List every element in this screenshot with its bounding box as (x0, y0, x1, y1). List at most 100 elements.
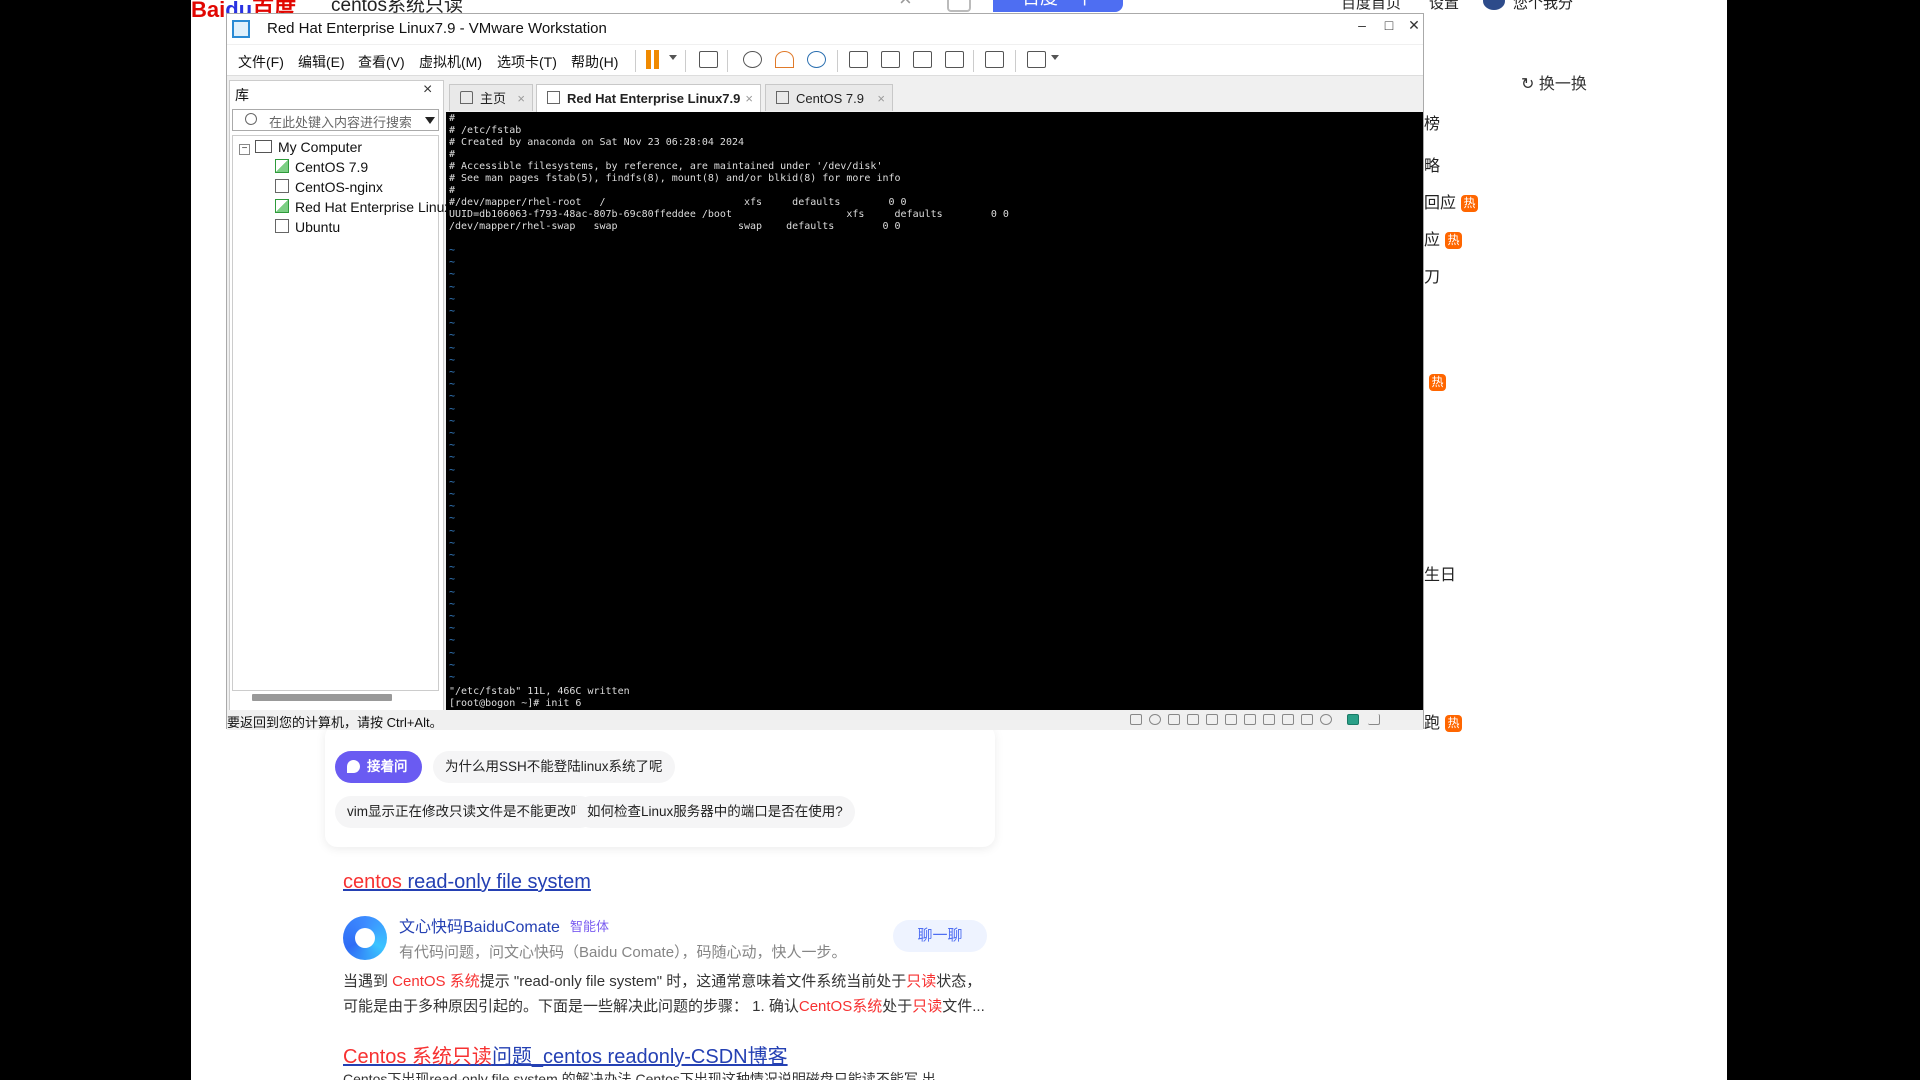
menu-file[interactable]: 文件(F) (238, 52, 284, 72)
menu-vm[interactable]: 虚拟机(M) (419, 52, 482, 72)
ask-suggestion-chip[interactable]: 为什么用SSH不能登陆linux系统了呢 (433, 751, 675, 783)
vim-tilde: ~ (449, 501, 456, 513)
library-search-input[interactable]: 在此处键入内容进行搜索 (232, 109, 439, 131)
printer-icon[interactable] (1263, 714, 1275, 725)
revert-snapshot-icon[interactable] (775, 51, 794, 68)
vim-tilde: ~ (449, 562, 456, 574)
network-adapter-icon[interactable] (1168, 714, 1180, 725)
close-tab-icon[interactable]: × (877, 85, 885, 112)
vim-tilde: ~ (449, 367, 456, 378)
tree-item-my-computer[interactable]: My Computer (255, 139, 362, 155)
menu-view[interactable]: 查看(V) (358, 52, 405, 72)
ask-suggestion-chip[interactable]: 如何检查Linux服务器中的端口是否在使用? (575, 796, 855, 828)
close-tab-icon[interactable]: × (517, 85, 525, 112)
hard-disk-icon[interactable] (1130, 714, 1142, 725)
close-icon[interactable]: ✕ (1401, 17, 1427, 34)
vm-console[interactable]: # # /etc/fstab # Created by anaconda on … (446, 112, 1423, 712)
chevron-down-icon[interactable] (1051, 55, 1059, 60)
collapse-icon[interactable]: − (239, 144, 250, 155)
network-adapter-icon[interactable] (1206, 714, 1218, 725)
hot-list-item[interactable]: 生日 (1424, 561, 1456, 585)
vim-tilde: ~ (449, 281, 456, 293)
tree-item-vm[interactable]: Red Hat Enterprise Linux7.9 (275, 199, 471, 215)
vim-tilde: ~ (449, 318, 456, 330)
vim-tilde: ~ (449, 354, 456, 366)
resize-grip-icon[interactable] (1368, 714, 1380, 725)
network-adapter-icon[interactable] (1244, 714, 1256, 725)
refresh-hot-list-button[interactable]: ↻ 换一换 (1521, 70, 1587, 94)
console-view-icon[interactable] (985, 51, 1004, 68)
cd-rom-icon[interactable] (1149, 714, 1161, 725)
vmware-app-icon (232, 20, 250, 38)
chat-button[interactable]: 聊一聊 (893, 920, 987, 952)
hot-list-item[interactable]: 略 (1424, 152, 1440, 176)
hot-list-item[interactable]: 榜 (1424, 110, 1440, 134)
tab-rhel[interactable]: Red Hat Enterprise Linux7.9 × (536, 84, 761, 112)
menu-help[interactable]: 帮助(H) (571, 52, 618, 72)
search-button[interactable]: 百度一下 (993, 0, 1123, 12)
vm-icon (275, 219, 289, 233)
menu-edit[interactable]: 编辑(E) (298, 52, 345, 72)
title-bar[interactable]: Red Hat Enterprise Linux7.9 - VMware Wor… (227, 14, 1423, 44)
unity-icon[interactable] (945, 51, 964, 68)
send-ctrl-alt-del-icon[interactable] (699, 51, 718, 68)
toolbar-divider (837, 50, 838, 72)
maximize-icon[interactable]: □ (1376, 17, 1402, 33)
search-dropdown-icon[interactable] (425, 117, 435, 124)
tree-item-vm[interactable]: Ubuntu (275, 219, 340, 235)
vim-tilde: ~ (449, 403, 456, 415)
nav-home-link[interactable]: 百度首页 (1341, 0, 1401, 13)
full-screen-icon[interactable] (913, 51, 932, 68)
sound-icon[interactable] (1282, 714, 1294, 725)
tree-item-vm[interactable]: CentOS 7.9 (275, 159, 368, 175)
result-snippet: 当遇到 CentOS 系统提示 "read-only file system" … (343, 973, 982, 990)
close-tab-icon[interactable]: × (745, 85, 753, 112)
ask-suggestion-chip[interactable]: vim显示正在修改只读文件是不能更改吗 (335, 796, 596, 828)
toolbar-divider (1015, 50, 1016, 72)
vim-tilde: ~ (449, 537, 456, 549)
usb-icon[interactable] (1320, 714, 1332, 725)
minimize-icon[interactable]: – (1349, 17, 1375, 33)
nav-settings-link[interactable]: 设置 (1429, 0, 1459, 13)
vm-running-icon (547, 91, 560, 104)
hot-list-item[interactable]: 回应热 (1424, 189, 1479, 213)
snapshot-manager-icon[interactable] (807, 51, 826, 68)
vim-tilde: ~ (449, 550, 456, 561)
hot-list-item[interactable]: 应热 (1424, 226, 1463, 250)
nav-user-name[interactable]: 您个我分 (1513, 0, 1573, 13)
hot-list-item[interactable]: 热 (1424, 374, 1446, 392)
console-status-line: "/etc/fstab" 11L, 466C written (449, 686, 630, 697)
snapshot-icon[interactable] (743, 51, 762, 68)
tree-item-vm[interactable]: CentOS-nginx (275, 179, 383, 195)
chevron-down-icon[interactable] (669, 55, 677, 60)
network-adapter-icon[interactable] (1187, 714, 1199, 725)
tab-home[interactable]: 主页 × (449, 84, 533, 111)
comate-name-link[interactable]: 文心快码BaiduComate (399, 913, 560, 937)
computer-icon (255, 140, 272, 153)
library-scrollbar[interactable] (252, 694, 392, 701)
close-library-icon[interactable]: × (423, 81, 432, 99)
pause-icon[interactable] (645, 50, 661, 69)
status-bar: 要返回到您的计算机，请按 Ctrl+Alt。 (227, 710, 1423, 730)
menu-tabs[interactable]: 选项卡(T) (497, 52, 557, 72)
stretch-guest-icon[interactable] (1027, 51, 1046, 68)
status-message: 要返回到您的计算机，请按 Ctrl+Alt。 (227, 715, 443, 730)
vim-tilde: ~ (449, 306, 456, 317)
hot-list-item[interactable]: 刀 (1424, 263, 1440, 287)
vm-icon (275, 179, 289, 193)
clear-search-icon[interactable]: × (899, 0, 912, 12)
network-adapter-icon[interactable] (1225, 714, 1237, 725)
result-title-link[interactable]: Centos 系统只读问题_centos readonly-CSDN博客 (343, 1040, 788, 1069)
result-title-link[interactable]: centos read-only file system (343, 871, 591, 894)
display-icon[interactable] (1347, 714, 1359, 725)
tab-centos[interactable]: CentOS 7.9 × (765, 84, 893, 111)
hot-list-item[interactable]: 跑热 (1424, 709, 1463, 733)
vim-tilde: ~ (449, 428, 456, 439)
avatar[interactable] (1483, 0, 1505, 10)
thumbnail-bar-icon[interactable] (881, 51, 900, 68)
ask-followup-button[interactable]: 接着问 (335, 751, 422, 783)
sound-icon[interactable] (1301, 714, 1313, 725)
vim-tilde: ~ (449, 440, 456, 452)
camera-icon[interactable] (947, 0, 971, 12)
show-library-icon[interactable] (849, 51, 868, 68)
